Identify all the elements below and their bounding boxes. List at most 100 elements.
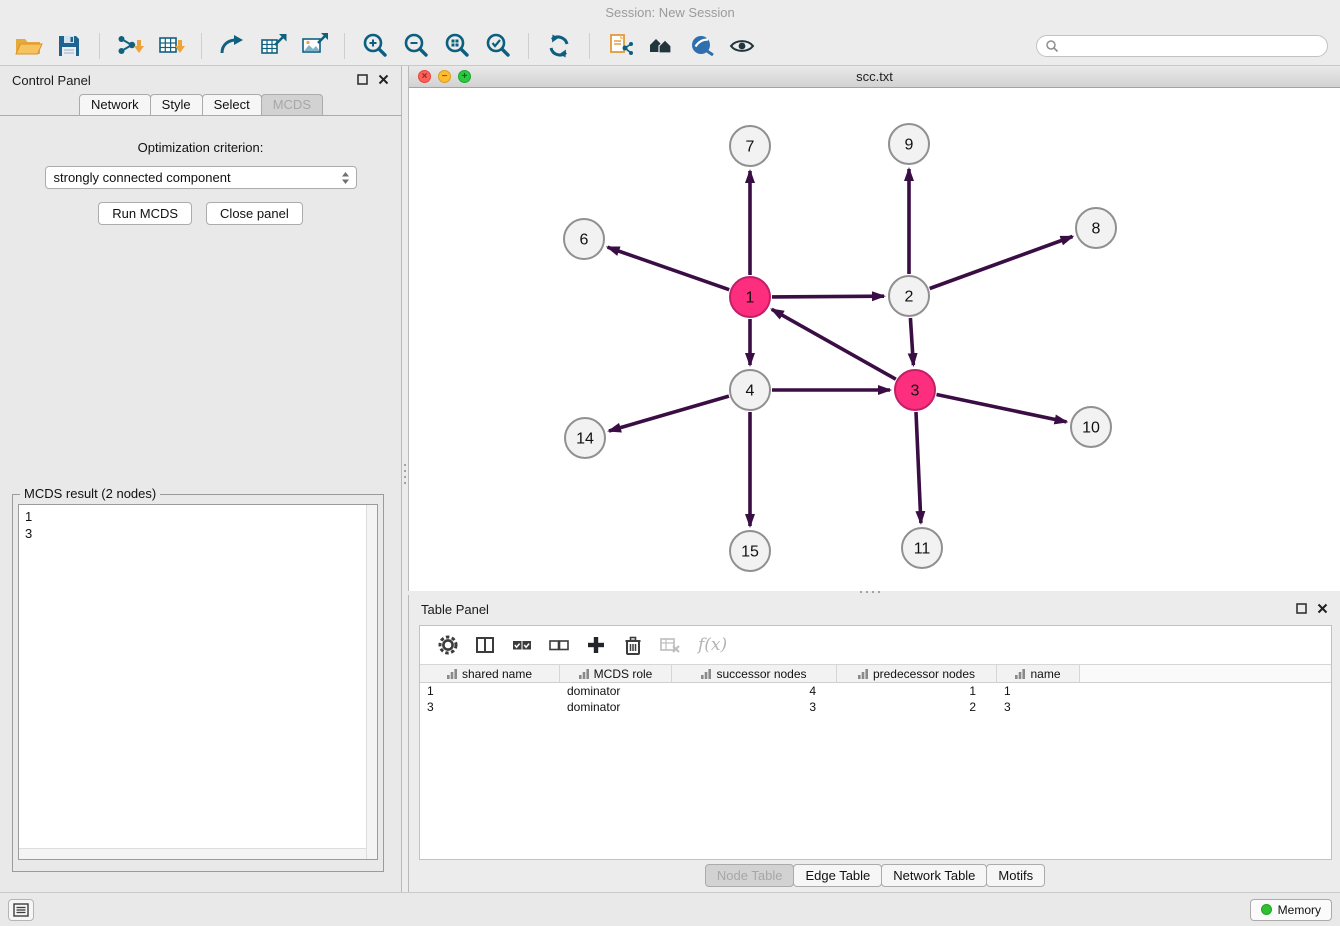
gear-icon xyxy=(437,634,459,656)
result-horizontal-scrollbar[interactable] xyxy=(19,848,366,859)
select-all-rows-button[interactable] xyxy=(510,633,534,657)
network-window-titlebar[interactable]: × − + scc.txt xyxy=(409,66,1340,88)
show-columns-button[interactable] xyxy=(473,633,497,657)
table-toolbar: f(x) xyxy=(420,626,1331,664)
column-header-MCDS-role[interactable]: MCDS role xyxy=(560,665,672,682)
result-vertical-scrollbar[interactable] xyxy=(366,505,377,859)
graph-edge-2-3[interactable] xyxy=(910,318,913,365)
control-panel-body: Optimization criterion: strongly connect… xyxy=(0,116,401,892)
fit-content-button[interactable] xyxy=(645,30,677,62)
column-header-shared-name[interactable]: shared name xyxy=(420,665,560,682)
graph-edge-1-6[interactable] xyxy=(608,247,730,290)
delete-column-button[interactable] xyxy=(621,633,645,657)
tab-network[interactable]: Network xyxy=(79,94,151,115)
graph-edge-1-2[interactable] xyxy=(772,296,884,297)
control-panel: Control Panel NetworkStyleSelectMCDS Opt… xyxy=(0,66,402,892)
add-column-button[interactable] xyxy=(584,633,608,657)
graph-node-6[interactable]: 6 xyxy=(564,219,604,259)
memory-button[interactable]: Memory xyxy=(1250,899,1332,921)
network-graph[interactable]: 7 9 6 8 1 2 4 3 14 10 15 11 xyxy=(409,88,1340,591)
clone-network-button[interactable] xyxy=(216,30,248,62)
close-window-icon[interactable]: × xyxy=(418,70,431,83)
import-table-button[interactable] xyxy=(155,30,187,62)
paste-network-button[interactable] xyxy=(604,30,636,62)
save-session-button[interactable] xyxy=(53,30,85,62)
zoom-selected-button[interactable] xyxy=(482,30,514,62)
table-row[interactable]: 1dominator411 xyxy=(420,683,1331,699)
open-folder-icon xyxy=(13,31,43,61)
refresh-button[interactable] xyxy=(543,30,575,62)
show-details-button[interactable] xyxy=(727,30,759,62)
graph-edge-3-11[interactable] xyxy=(916,412,921,523)
minimize-window-icon[interactable]: − xyxy=(438,70,451,83)
graph-node-2[interactable]: 2 xyxy=(889,276,929,316)
table-row[interactable]: 3dominator323 xyxy=(420,699,1331,715)
float-panel-icon[interactable] xyxy=(357,73,368,88)
table-cell: dominator xyxy=(560,684,672,698)
import-network-icon xyxy=(115,31,145,61)
tab-node-table[interactable]: Node Table xyxy=(705,864,795,887)
graph-node-8[interactable]: 8 xyxy=(1076,208,1116,248)
svg-text:11: 11 xyxy=(914,541,931,558)
graph-node-4[interactable]: 4 xyxy=(730,370,770,410)
table-cell: dominator xyxy=(560,700,672,714)
float-table-panel-icon[interactable] xyxy=(1296,602,1307,617)
mcds-result-list[interactable]: 13 xyxy=(18,504,378,860)
vertical-splitter-handle[interactable] xyxy=(402,462,408,486)
graph-edge-2-8[interactable] xyxy=(930,237,1073,289)
column-header-successor-nodes[interactable]: successor nodes xyxy=(672,665,837,682)
zoom-in-icon xyxy=(360,31,390,61)
graph-node-3[interactable]: 3 xyxy=(895,370,935,410)
zoom-fit-button[interactable] xyxy=(441,30,473,62)
graph-node-9[interactable]: 9 xyxy=(889,124,929,164)
table-panel-title: Table Panel xyxy=(421,602,489,617)
svg-text:10: 10 xyxy=(1082,420,1100,437)
export-image-icon xyxy=(299,31,329,61)
new-network-table-button[interactable] xyxy=(257,30,289,62)
network-canvas[interactable]: 7 9 6 8 1 2 4 3 14 10 15 11 xyxy=(409,88,1340,591)
open-session-button[interactable] xyxy=(12,30,44,62)
table-cell: 1 xyxy=(997,684,1080,698)
tab-mcds[interactable]: MCDS xyxy=(261,94,323,115)
trash-icon xyxy=(622,634,644,656)
run-mcds-button[interactable]: Run MCDS xyxy=(98,202,192,225)
column-header-name[interactable]: name xyxy=(997,665,1080,682)
column-header-predecessor-nodes[interactable]: predecessor nodes xyxy=(837,665,997,682)
close-table-panel-icon[interactable] xyxy=(1317,602,1328,617)
zoom-fit-icon xyxy=(442,31,472,61)
graph-edge-3-10[interactable] xyxy=(937,395,1067,422)
close-panel-button[interactable]: Close panel xyxy=(206,202,303,225)
tab-edge-table[interactable]: Edge Table xyxy=(793,864,882,887)
graph-node-15[interactable]: 15 xyxy=(730,531,770,571)
search-box[interactable] xyxy=(1036,35,1328,57)
apply-style-button[interactable] xyxy=(686,30,718,62)
table-panel: Table Panel xyxy=(408,595,1340,892)
table-cell: 1 xyxy=(837,684,997,698)
close-panel-icon[interactable] xyxy=(378,73,389,88)
sort-icon xyxy=(447,669,457,679)
search-input[interactable] xyxy=(1063,39,1319,53)
maximize-window-icon[interactable]: + xyxy=(458,70,471,83)
deselect-all-rows-button[interactable] xyxy=(547,633,571,657)
tab-network-table[interactable]: Network Table xyxy=(881,864,987,887)
import-network-button[interactable] xyxy=(114,30,146,62)
task-history-button[interactable] xyxy=(8,899,34,921)
graph-edge-3-1[interactable] xyxy=(772,309,896,379)
graph-node-14[interactable]: 14 xyxy=(565,418,605,458)
graph-edge-4-14[interactable] xyxy=(609,396,729,431)
export-image-button[interactable] xyxy=(298,30,330,62)
graph-node-1[interactable]: 1 xyxy=(730,277,770,317)
table-settings-button[interactable] xyxy=(436,633,460,657)
graph-node-10[interactable]: 10 xyxy=(1071,407,1111,447)
horizontal-splitter-handle[interactable] xyxy=(858,589,882,595)
tab-style[interactable]: Style xyxy=(150,94,203,115)
graph-node-11[interactable]: 11 xyxy=(902,528,942,568)
tab-motifs[interactable]: Motifs xyxy=(986,864,1045,887)
graph-node-7[interactable]: 7 xyxy=(730,126,770,166)
zoom-in-button[interactable] xyxy=(359,30,391,62)
criterion-dropdown[interactable]: strongly connected component xyxy=(45,166,357,189)
refresh-icon xyxy=(544,31,574,61)
zoom-out-button[interactable] xyxy=(400,30,432,62)
mcds-result-group: MCDS result (2 nodes) 13 xyxy=(12,494,384,872)
tab-select[interactable]: Select xyxy=(202,94,262,115)
